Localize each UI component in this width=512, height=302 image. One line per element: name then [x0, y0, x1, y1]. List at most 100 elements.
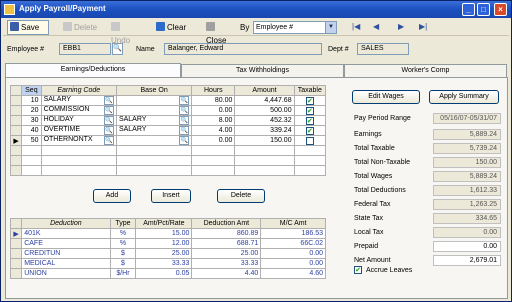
lookup-icon[interactable]: 🔍	[103, 136, 114, 145]
deduction-cell[interactable]: CREDITUN	[21, 248, 111, 259]
table-row[interactable]: CREDITUN $25.00 25.00 0.00	[9, 248, 326, 259]
seq-cell[interactable]: 10	[21, 95, 42, 106]
mc-amt-cell[interactable]: 0.00	[260, 248, 326, 259]
base-on-cell[interactable]: 🔍	[115, 135, 193, 146]
row-selector[interactable]	[9, 268, 23, 279]
mc-amt-cell[interactable]: 4.60	[260, 268, 326, 279]
hours-cell[interactable]: 0.00	[191, 105, 236, 116]
earning-code-cell[interactable]: HOLIDAY 🔍	[40, 115, 117, 126]
table-row[interactable]: MEDICAL $33.33 33.33 0.00	[9, 258, 326, 269]
empty-cell[interactable]	[9, 145, 23, 156]
taxable-checkbox[interactable]	[305, 136, 314, 145]
table-row[interactable]: 20 COMMISSION 🔍 🔍 0.00 500.00 ✔	[9, 105, 327, 116]
row-selector[interactable]	[9, 258, 23, 269]
amount-cell[interactable]: 500.00	[234, 105, 295, 116]
first-record-icon[interactable]: |◀	[352, 22, 360, 31]
empty-cell[interactable]	[191, 155, 236, 166]
empty-cell[interactable]	[40, 165, 117, 176]
lookup-icon[interactable]: 🔍	[179, 136, 190, 145]
tab-tax-withholdings[interactable]: Tax Withholdings	[181, 64, 344, 77]
insert-button[interactable]: Insert	[151, 189, 191, 203]
empty-cell[interactable]	[293, 145, 327, 156]
hours-cell[interactable]: 4.00	[191, 125, 236, 136]
close-button[interactable]: Close	[203, 20, 239, 45]
clear-button[interactable]: Clear	[153, 20, 191, 35]
row-selector[interactable]	[9, 115, 23, 126]
save-button[interactable]: Save	[7, 20, 49, 35]
empty-cell[interactable]	[40, 155, 117, 166]
deduction-amt-cell[interactable]: 4.40	[191, 268, 262, 279]
table-row[interactable]: 30 HOLIDAY 🔍 SALARY 🔍 8.00 452.32 ✔	[9, 115, 327, 126]
empty-cell[interactable]	[234, 155, 295, 166]
amount-cell[interactable]: 452.32	[234, 115, 295, 126]
lookup-icon[interactable]: 🔍	[179, 106, 190, 115]
base-on-cell[interactable]: 🔍	[115, 105, 193, 116]
by-select[interactable]: Employee # ▼	[253, 21, 337, 34]
rate-cell[interactable]: 33.33	[135, 258, 193, 269]
lookup-icon[interactable]: 🔍	[179, 96, 190, 105]
tab-workers-comp[interactable]: Worker's Comp	[344, 64, 507, 77]
seq-cell[interactable]: 40	[21, 125, 42, 136]
table-row[interactable]: CAFE% 12.00 688.71 66C.02	[9, 238, 326, 249]
earning-code-cell[interactable]: OTHERNONTX 🔍	[40, 135, 117, 146]
empty-cell[interactable]	[234, 145, 295, 156]
empty-cell[interactable]	[115, 165, 193, 176]
lookup-icon[interactable]: 🔍	[103, 96, 114, 105]
earning-code-cell[interactable]: SALARY 🔍	[40, 95, 117, 106]
base-on-cell[interactable]: SALARY 🔍	[115, 125, 193, 136]
lookup-icon[interactable]: 🔍	[103, 116, 114, 125]
accrue-leaves-checkbox[interactable]: ✔ Accrue Leaves	[354, 266, 412, 274]
amount-cell[interactable]: 4,447.68	[234, 95, 295, 106]
type-cell[interactable]: %	[109, 228, 137, 239]
empty-cell[interactable]	[191, 145, 236, 156]
empty-cell[interactable]	[191, 165, 236, 176]
row-selector[interactable]: ▶	[9, 228, 23, 239]
taxable-cell[interactable]: ✔	[293, 95, 327, 106]
taxable-cell[interactable]	[293, 135, 327, 146]
rate-cell[interactable]: 15.00	[135, 228, 193, 239]
earning-code-cell[interactable]: COMMISSION 🔍	[40, 105, 117, 116]
table-row[interactable]: ▶ 401K% 15.00 860.89 186.53	[9, 228, 326, 239]
deduction-amt-cell[interactable]: 688.71	[191, 238, 262, 249]
amount-cell[interactable]: 150.00	[234, 135, 295, 146]
delete-toolbar-button[interactable]: Delete	[60, 20, 102, 35]
add-button[interactable]: Add	[93, 189, 131, 203]
row-selector[interactable]	[9, 95, 23, 106]
amount-cell[interactable]: 339.24	[234, 125, 295, 136]
hours-cell[interactable]: 0.00	[191, 135, 236, 146]
row-selector[interactable]	[9, 105, 23, 116]
empty-cell[interactable]	[293, 165, 327, 176]
empty-cell[interactable]	[234, 165, 295, 176]
rate-cell[interactable]: 12.00	[135, 238, 193, 249]
seq-cell[interactable]: 20	[21, 105, 42, 116]
row-selector[interactable]: ▶	[9, 135, 23, 146]
rate-cell[interactable]: 25.00	[135, 248, 193, 259]
hours-cell[interactable]: 8.00	[191, 115, 236, 126]
empty-cell[interactable]	[115, 145, 193, 156]
seq-cell[interactable]: 30	[21, 115, 42, 126]
seq-cell[interactable]: 50	[21, 135, 42, 146]
rate-cell[interactable]: 0.05	[135, 268, 193, 279]
undo-button[interactable]: Undo	[108, 20, 142, 45]
mc-amt-cell[interactable]: 186.53	[260, 228, 326, 239]
empty-row[interactable]	[9, 165, 327, 176]
lookup-icon[interactable]: 🔍	[103, 106, 114, 115]
base-on-cell[interactable]: SALARY 🔍	[115, 115, 193, 126]
mc-amt-cell[interactable]: 66C.02	[260, 238, 326, 249]
empty-row[interactable]	[9, 155, 327, 166]
mc-amt-cell[interactable]: 0.00	[260, 258, 326, 269]
deduction-cell[interactable]: UNION	[21, 268, 111, 279]
empty-cell[interactable]	[40, 145, 117, 156]
lookup-icon[interactable]: 🔍	[179, 126, 190, 135]
taxable-checkbox[interactable]: ✔	[305, 96, 314, 105]
lookup-icon[interactable]: 🔍	[103, 126, 114, 135]
table-row[interactable]: 10 SALARY 🔍 🔍 80.00 4,447.68 ✔	[9, 95, 327, 106]
taxable-checkbox[interactable]: ✔	[305, 106, 314, 115]
empty-cell[interactable]	[21, 145, 42, 156]
prev-record-icon[interactable]: ◀	[373, 22, 379, 31]
close-window-button[interactable]: ×	[494, 3, 507, 16]
base-on-cell[interactable]: 🔍	[115, 95, 193, 106]
employee-field[interactable]: EBB1	[59, 43, 111, 55]
type-cell[interactable]: %	[109, 238, 137, 249]
empty-cell[interactable]	[21, 155, 42, 166]
